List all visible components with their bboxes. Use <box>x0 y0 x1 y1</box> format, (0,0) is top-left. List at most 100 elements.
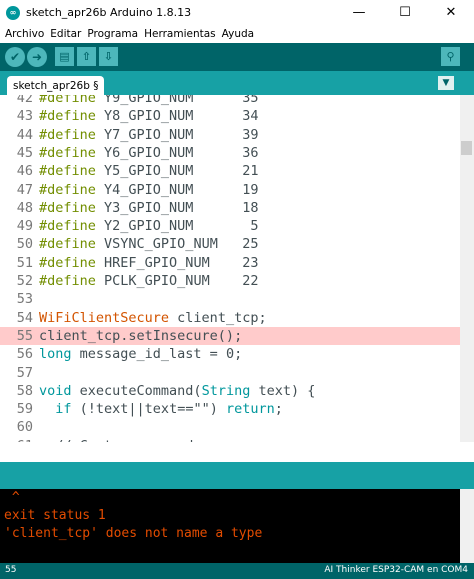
status-area <box>0 462 474 489</box>
code-line[interactable]: 48 #define Y3_GPIO_NUM 18 <box>0 199 460 217</box>
code-line[interactable]: 55 client_tcp.setInsecure(); <box>0 326 460 346</box>
code-token: client_tcp; <box>169 309 267 326</box>
verify-button[interactable]: ✔ <box>5 47 25 67</box>
tab-menu-button[interactable]: ▼ <box>438 76 454 90</box>
code-token: #define <box>39 181 96 198</box>
code-line[interactable]: 54 WiFiClientSecure client_tcp; <box>0 309 460 327</box>
code-line[interactable]: 45 #define Y6_GPIO_NUM 36 <box>0 144 460 162</box>
line-number: 52 <box>16 273 33 289</box>
code-line[interactable]: 53 <box>0 290 460 308</box>
code-token: #define <box>39 163 96 180</box>
code-token: #define <box>39 108 96 125</box>
console-line: 'client_tcp' does not name a type <box>4 526 263 541</box>
arrow-right-icon: ➜ <box>31 50 43 64</box>
code-token: return <box>225 401 275 418</box>
open-button[interactable]: ⇧ <box>77 47 96 66</box>
code-text: #define Y9_GPIO_NUM 35 <box>39 95 258 107</box>
toolbar: ✔ ➜ ▤ ⇧ ⇩ ⚲ <box>0 43 474 71</box>
code-token: #define <box>39 273 96 289</box>
code-token: Y7_GPIO_NUM 39 <box>95 126 259 143</box>
editor-scrollbar[interactable] <box>460 95 474 442</box>
code-token: #define <box>39 144 96 161</box>
editor-console-divider[interactable] <box>0 442 474 462</box>
upload-button[interactable]: ➜ <box>27 47 47 67</box>
code-line[interactable]: 51 #define HREF_GPIO_NUM 23 <box>0 254 460 272</box>
code-line[interactable]: 52 #define PCLK_GPIO_NUM 22 <box>0 272 460 290</box>
menu-archivo[interactable]: Archivo <box>5 28 44 40</box>
menu-ayuda[interactable]: Ayuda <box>222 28 254 40</box>
line-number: 59 <box>16 401 33 418</box>
line-number: 58 <box>16 382 33 399</box>
code-text: #define VSYNC_GPIO_NUM 25 <box>39 235 258 253</box>
code-token: if <box>55 401 72 418</box>
code-token: ; <box>274 401 283 418</box>
code-token: long <box>39 346 72 363</box>
new-button[interactable]: ▤ <box>55 47 74 66</box>
arduino-logo-icon: ∞ <box>6 5 20 20</box>
code-token: Y5_GPIO_NUM 21 <box>95 163 259 180</box>
code-line[interactable]: 47 #define Y4_GPIO_NUM 19 <box>0 181 460 199</box>
console-line: ^ <box>4 490 20 505</box>
code-line[interactable]: 43 #define Y8_GPIO_NUM 34 <box>0 107 460 125</box>
code-text: #define Y8_GPIO_NUM 34 <box>39 107 258 125</box>
code-line[interactable]: 42 #define Y9_GPIO_NUM 35 <box>0 95 460 107</box>
code-token: Y6_GPIO_NUM 36 <box>95 144 259 161</box>
code-token: PCLK_GPIO_NUM 22 <box>95 273 259 289</box>
minimize-button[interactable]: — <box>336 0 382 25</box>
console-line: exit status 1 <box>4 508 106 523</box>
code-text: #define HREF_GPIO_NUM 23 <box>39 254 258 272</box>
code-token: #define <box>39 254 96 271</box>
code-editor[interactable]: 42 #define Y9_GPIO_NUM 35 43 #define Y8_GPI… <box>0 95 460 442</box>
code-text: if (!text||text=="") return; <box>39 400 283 418</box>
code-token: HREF_GPIO_NUM 23 <box>95 254 259 271</box>
line-number: 44 <box>16 126 33 143</box>
line-number: 54 <box>16 309 33 326</box>
code-text: #define Y4_GPIO_NUM 19 <box>39 181 258 199</box>
menu-bar: Archivo Editar Programa Herramientas Ayu… <box>0 25 474 43</box>
code-token: String <box>201 382 251 399</box>
board-port-info: AI Thinker ESP32-CAM en COM4 <box>324 565 468 575</box>
console-scrollbar[interactable] <box>460 489 474 563</box>
code-token: (!text||text=="") <box>71 401 226 418</box>
code-text: client_tcp.setInsecure(); <box>39 327 242 345</box>
maximize-button[interactable]: ☐ <box>382 0 428 25</box>
code-line[interactable]: 46 #define Y5_GPIO_NUM 21 <box>0 162 460 180</box>
code-token: void <box>39 382 72 399</box>
code-line[interactable]: 50 #define VSYNC_GPIO_NUM 25 <box>0 235 460 253</box>
line-number: 50 <box>16 236 33 253</box>
code-token: message_id_last = 0; <box>71 346 243 363</box>
code-line[interactable]: 59 if (!text||text=="") return; <box>0 400 460 418</box>
tab-bar: sketch_apr26b § ▼ <box>0 71 474 95</box>
code-token: text) { <box>250 382 316 399</box>
save-button[interactable]: ⇩ <box>99 47 118 66</box>
code-line[interactable]: 49 #define Y2_GPIO_NUM 5 <box>0 217 460 235</box>
code-line[interactable]: 57 <box>0 364 460 382</box>
line-number: 55 <box>16 327 33 344</box>
code-token: Y4_GPIO_NUM 19 <box>95 181 259 198</box>
code-token: #define <box>39 218 96 235</box>
title-bar: ∞ sketch_apr26b Arduino 1.8.13 — ☐ ✕ <box>0 0 474 25</box>
code-text: #define Y7_GPIO_NUM 39 <box>39 126 258 144</box>
tab-sketch[interactable]: sketch_apr26b § <box>7 76 105 95</box>
line-number: 51 <box>16 254 33 271</box>
code-line[interactable]: 60 <box>0 418 460 436</box>
code-token: #define <box>39 236 96 253</box>
close-button[interactable]: ✕ <box>428 0 474 25</box>
code-token: client_tcp.setInsecure(); <box>39 327 243 344</box>
code-line[interactable]: 58 void executeCommand(String text) { <box>0 382 460 400</box>
code-line[interactable]: 44 #define Y7_GPIO_NUM 39 <box>0 126 460 144</box>
new-file-icon: ▤ <box>59 50 70 63</box>
line-number: 57 <box>16 364 33 381</box>
menu-editar[interactable]: Editar <box>50 28 81 40</box>
code-text: #define Y2_GPIO_NUM 5 <box>39 217 258 235</box>
code-text: WiFiClientSecure client_tcp; <box>39 309 267 327</box>
code-line[interactable]: 56 long message_id_last = 0; <box>0 345 460 363</box>
menu-herramientas[interactable]: Herramientas <box>144 28 216 40</box>
menu-programa[interactable]: Programa <box>87 28 138 40</box>
code-text: #define Y6_GPIO_NUM 36 <box>39 144 258 162</box>
code-text: #define Y3_GPIO_NUM 18 <box>39 199 258 217</box>
serial-monitor-button[interactable]: ⚲ <box>441 47 460 66</box>
window-title: sketch_apr26b Arduino 1.8.13 <box>26 6 192 19</box>
editor-scrollbar-thumb[interactable] <box>461 141 472 155</box>
console-output: ^ exit status 1 'client_tcp' does not name… <box>0 489 460 563</box>
